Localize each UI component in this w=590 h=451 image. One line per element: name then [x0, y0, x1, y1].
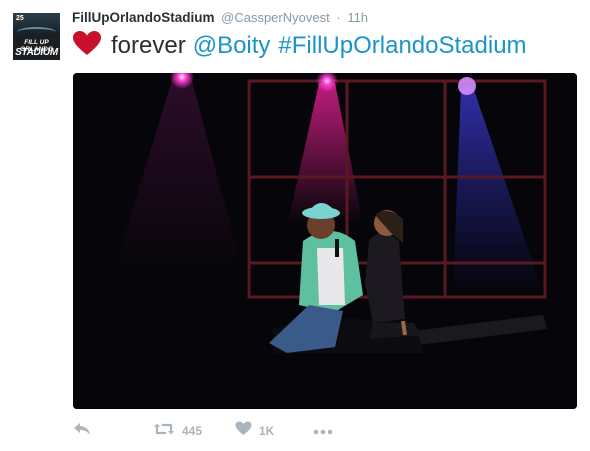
- retweet-icon: [153, 422, 175, 441]
- hashtag-link[interactable]: #FillUpOrlandoStadium: [278, 32, 526, 59]
- reply-button[interactable]: [73, 420, 91, 442]
- avatar[interactable]: 25 FILL UP ORLANDO STADIUM: [13, 13, 60, 60]
- timestamp[interactable]: 11h: [347, 10, 368, 25]
- account-handle[interactable]: @CassperNyovest: [221, 10, 330, 25]
- avatar-badge: 25: [15, 15, 25, 22]
- concert-photo: [73, 73, 577, 409]
- avatar-stadium-outline: [17, 27, 56, 37]
- heart-emoji-icon: [73, 31, 101, 64]
- retweet-button[interactable]: 445: [153, 420, 202, 442]
- tweet-text: forever @Boity #FillUpOrlandoStadium: [73, 31, 535, 64]
- like-count: 1K: [259, 424, 275, 438]
- account-name[interactable]: FillUpOrlandoStadium: [72, 10, 215, 25]
- tweet-actions: 445 1K: [73, 420, 373, 442]
- heart-icon: [235, 421, 252, 441]
- retweet-count: 445: [182, 424, 203, 438]
- more-button[interactable]: [313, 420, 333, 442]
- tweet-word: forever: [111, 32, 186, 59]
- tweet-card: 25 FILL UP ORLANDO STADIUM FillUpOrlando…: [0, 0, 590, 451]
- like-button[interactable]: 1K: [235, 420, 274, 442]
- more-dots-icon: [313, 422, 333, 440]
- avatar-text-line2: STADIUM: [15, 47, 58, 58]
- separator-dot: ·: [336, 10, 341, 25]
- tweet-photo[interactable]: [73, 73, 577, 409]
- reply-icon: [73, 422, 91, 441]
- mention-link[interactable]: @Boity: [193, 32, 271, 59]
- tweet-header: FillUpOrlandoStadium @CassperNyovest · 1…: [72, 10, 368, 25]
